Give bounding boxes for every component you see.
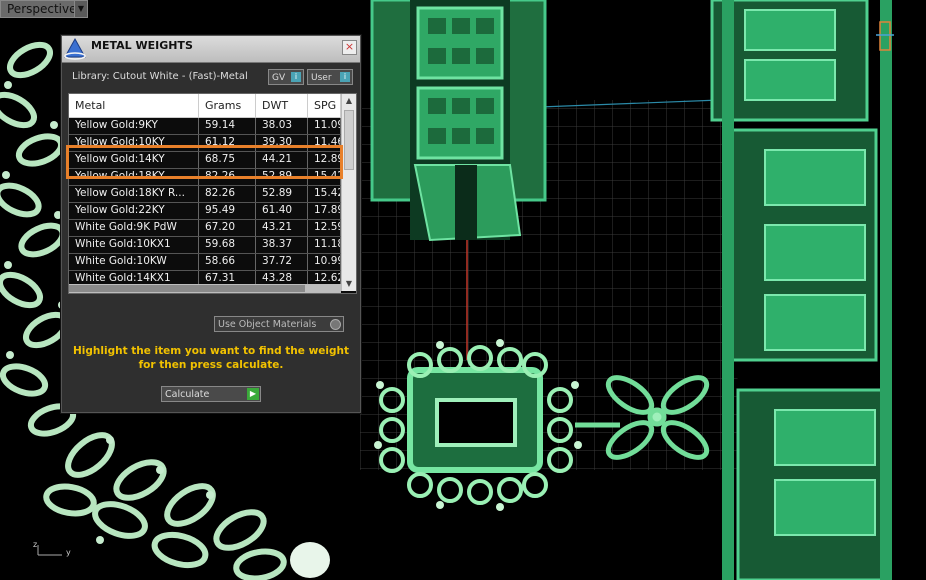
gv-info-icon: i bbox=[291, 72, 301, 82]
table-row[interactable]: Yellow Gold:9KY59.1438.0311.09 bbox=[69, 118, 341, 135]
table-header: Metal Grams DWT SPG bbox=[69, 94, 341, 118]
use-object-materials-label: Use Object Materials bbox=[218, 319, 317, 330]
table-row[interactable]: Yellow Gold:14KY68.7544.2112.89 bbox=[69, 152, 341, 169]
table-row[interactable]: Yellow Gold:18KY R...82.2652.8915.42 bbox=[69, 186, 341, 203]
metal-weights-panel: METAL WEIGHTS × Library: Cutout White - … bbox=[61, 35, 361, 413]
cell-metal: Yellow Gold:14KY bbox=[69, 152, 199, 168]
cell-dwt: 38.03 bbox=[256, 118, 308, 134]
table-row[interactable]: White Gold:10KX159.6838.3711.18 bbox=[69, 237, 341, 254]
cell-spg: 15.42 bbox=[308, 169, 341, 185]
column-header-spg[interactable]: SPG bbox=[308, 94, 341, 117]
cell-spg: 11.09 bbox=[308, 118, 341, 134]
close-button[interactable]: × bbox=[342, 40, 357, 55]
app-logo-icon bbox=[64, 37, 86, 60]
table-row[interactable]: White Gold:10KW58.6637.7210.99 bbox=[69, 254, 341, 271]
table-body: Yellow Gold:9KY59.1438.0311.09Yellow Gol… bbox=[69, 118, 341, 293]
column-header-dwt[interactable]: DWT bbox=[256, 94, 308, 117]
hint-line-2: for then press calculate. bbox=[138, 359, 284, 371]
table-vertical-scrollbar[interactable]: ▲ ▼ bbox=[341, 94, 356, 291]
viewport-menu-arrow[interactable]: ▼ bbox=[74, 0, 88, 18]
panel-title: METAL WEIGHTS bbox=[91, 39, 193, 52]
table-horizontal-scrollbar[interactable] bbox=[69, 284, 341, 293]
cell-grams: 68.75 bbox=[199, 152, 256, 168]
cell-spg: 12.59 bbox=[308, 220, 341, 236]
dropdown-knob-icon bbox=[330, 319, 341, 330]
cell-grams: 67.20 bbox=[199, 220, 256, 236]
viewport-label-text: Perspective bbox=[7, 2, 77, 16]
cell-dwt: 37.72 bbox=[256, 254, 308, 270]
metal-table[interactable]: Metal Grams DWT SPG Yellow Gold:9KY 59.14… bbox=[68, 93, 357, 294]
cell-metal: White Gold:9K PdW bbox=[69, 220, 199, 236]
pear-stone bbox=[290, 542, 330, 578]
cell-spg: 11.46 bbox=[308, 135, 341, 151]
cell-grams: 59.68 bbox=[199, 237, 256, 253]
cell-dwt: 39.30 bbox=[256, 135, 308, 151]
column-header-grams[interactable]: Grams bbox=[199, 94, 256, 117]
user-toggle[interactable]: User i bbox=[307, 69, 353, 85]
cell-metal: Yellow Gold:18KY R... bbox=[69, 186, 199, 202]
cell-metal: Yellow Gold:9KY bbox=[69, 118, 199, 134]
table-row[interactable]: White Gold:9K PdW67.2043.2112.59 bbox=[69, 220, 341, 237]
cell-grams: 61.12 bbox=[199, 135, 256, 151]
cell-grams: 82.26 bbox=[199, 169, 256, 185]
viewport-label[interactable]: Perspective bbox=[0, 0, 82, 18]
cell-spg: 10.99 bbox=[308, 254, 341, 270]
cell-metal: Yellow Gold:22KY bbox=[69, 203, 199, 219]
cell-grams: 95.49 bbox=[199, 203, 256, 219]
cell-spg: 12.89 bbox=[308, 152, 341, 168]
cell-metal: White Gold:10KW bbox=[69, 254, 199, 270]
cell-dwt: 52.89 bbox=[256, 169, 308, 185]
calculate-label: Calculate bbox=[165, 389, 210, 400]
scroll-up-icon[interactable]: ▲ bbox=[342, 94, 356, 108]
gv-toggle[interactable]: GV i bbox=[268, 69, 304, 85]
axis-z-label: z bbox=[33, 540, 38, 549]
cell-spg: 15.42 bbox=[308, 186, 341, 202]
library-label: Library: Cutout White - (Fast)-Metal bbox=[72, 71, 248, 82]
cell-spg: 17.89 bbox=[308, 203, 341, 219]
right-links bbox=[710, 0, 892, 580]
cell-dwt: 61.40 bbox=[256, 203, 308, 219]
horizontal-scroll-thumb[interactable] bbox=[69, 285, 305, 292]
table-row[interactable]: Yellow Gold:10KY61.1239.3011.46 bbox=[69, 135, 341, 152]
hint-line-1: Highlight the item you want to find the … bbox=[73, 345, 349, 357]
cell-dwt: 44.21 bbox=[256, 152, 308, 168]
cell-dwt: 43.21 bbox=[256, 220, 308, 236]
cell-grams: 58.66 bbox=[199, 254, 256, 270]
cell-dwt: 52.89 bbox=[256, 186, 308, 202]
panel-titlebar[interactable]: METAL WEIGHTS × bbox=[62, 36, 360, 63]
play-icon: ▶ bbox=[247, 388, 259, 400]
cell-spg: 11.18 bbox=[308, 237, 341, 253]
cell-grams: 82.26 bbox=[199, 186, 256, 202]
cell-grams: 59.14 bbox=[199, 118, 256, 134]
scroll-thumb[interactable] bbox=[344, 110, 354, 170]
use-object-materials-dropdown[interactable]: Use Object Materials bbox=[214, 316, 344, 332]
cell-dwt: 38.37 bbox=[256, 237, 308, 253]
cell-metal: Yellow Gold:18KY bbox=[69, 169, 199, 185]
axis-y-label: y bbox=[66, 548, 71, 557]
user-info-icon: i bbox=[340, 72, 350, 82]
cell-metal: White Gold:10KX1 bbox=[69, 237, 199, 253]
user-label: User bbox=[311, 73, 332, 83]
axis-tripod bbox=[37, 545, 62, 556]
calculate-button[interactable]: Calculate ▶ bbox=[161, 386, 261, 402]
scroll-down-icon[interactable]: ▼ bbox=[342, 277, 356, 291]
cell-metal: Yellow Gold:10KY bbox=[69, 135, 199, 151]
table-row[interactable]: Yellow Gold:22KY95.4961.4017.89 bbox=[69, 203, 341, 220]
table-row[interactable]: Yellow Gold:18KY82.2652.8915.42 bbox=[69, 169, 341, 186]
column-header-metal[interactable]: Metal bbox=[69, 94, 199, 117]
gv-label: GV bbox=[272, 73, 286, 83]
